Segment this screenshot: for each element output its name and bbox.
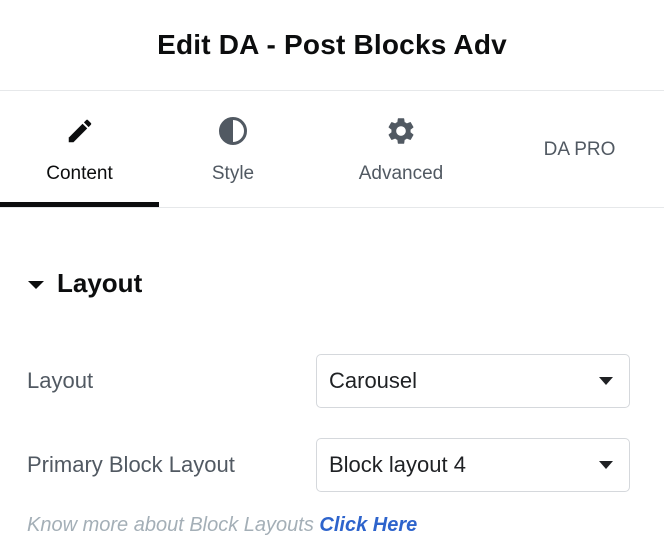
half-circle-contrast-icon bbox=[217, 115, 249, 147]
tab-da-pro[interactable]: DA PRO bbox=[495, 91, 664, 207]
gear-icon bbox=[385, 115, 417, 147]
tab-content[interactable]: Content bbox=[0, 91, 159, 207]
primary-block-layout-select-value: Block layout 4 bbox=[329, 452, 466, 477]
panel-header: Edit DA - Post Blocks Adv bbox=[0, 0, 664, 91]
pencil-icon bbox=[64, 115, 96, 147]
help-text-label: Know more about Block Layouts bbox=[27, 514, 320, 536]
panel-title: Edit DA - Post Blocks Adv bbox=[157, 29, 507, 60]
help-text: Know more about Block Layouts Click Here bbox=[27, 514, 417, 537]
tab-style-label: Style bbox=[211, 163, 255, 184]
tab-advanced-label: Advanced bbox=[358, 163, 444, 184]
tab-content-label: Content bbox=[46, 163, 113, 184]
click-here-link[interactable]: Click Here bbox=[319, 514, 417, 536]
caret-down-icon bbox=[28, 280, 44, 289]
tab-bar: Content Style Advanced DA PRO bbox=[0, 91, 664, 208]
active-tab-indicator bbox=[0, 202, 159, 207]
layout-label: Layout bbox=[27, 368, 94, 393]
editor-panel: Edit DA - Post Blocks Adv Content Style bbox=[0, 0, 664, 558]
section-toggle-layout[interactable]: Layout bbox=[28, 268, 142, 299]
layout-select-value: Carousel bbox=[329, 368, 418, 393]
primary-block-layout-label: Primary Block Layout bbox=[27, 452, 235, 477]
tab-advanced[interactable]: Advanced bbox=[307, 91, 495, 207]
chevron-down-icon bbox=[599, 377, 613, 385]
tab-style[interactable]: Style bbox=[159, 91, 307, 207]
primary-block-layout-select[interactable]: Block layout 4 bbox=[316, 438, 630, 492]
layout-select[interactable]: Carousel bbox=[316, 354, 630, 408]
section-title: Layout bbox=[57, 268, 143, 298]
tab-da-pro-label: DA PRO bbox=[543, 139, 616, 160]
chevron-down-icon bbox=[599, 461, 613, 469]
